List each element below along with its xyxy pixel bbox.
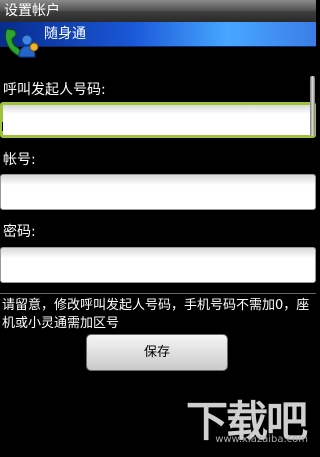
- account-input[interactable]: [0, 174, 316, 210]
- window-title: 设置帐户: [0, 0, 316, 22]
- app-name: 随身通: [44, 26, 86, 42]
- caller-number-input[interactable]: [0, 102, 316, 138]
- contacts-app-icon: [4, 28, 39, 58]
- scrollbar[interactable]: [310, 76, 315, 136]
- app-header: 随身通: [0, 22, 316, 47]
- divider: [0, 293, 316, 294]
- caller-number-label: 呼叫发起人号码:: [3, 82, 106, 98]
- password-input[interactable]: [0, 247, 316, 283]
- hint-note: 请留意，修改呼叫发起人号码，手机号码不需加0，座机或小灵通需加区号: [2, 298, 310, 331]
- save-button[interactable]: 保存: [86, 334, 228, 371]
- watermark-logo: 下载吧 www.xiazaiba.com: [174, 388, 314, 450]
- account-label: 帐号:: [3, 152, 36, 168]
- text-cursor: [2, 122, 3, 131]
- password-label: 密码:: [3, 224, 36, 240]
- watermark-url: www.xiazaiba.com: [215, 434, 308, 445]
